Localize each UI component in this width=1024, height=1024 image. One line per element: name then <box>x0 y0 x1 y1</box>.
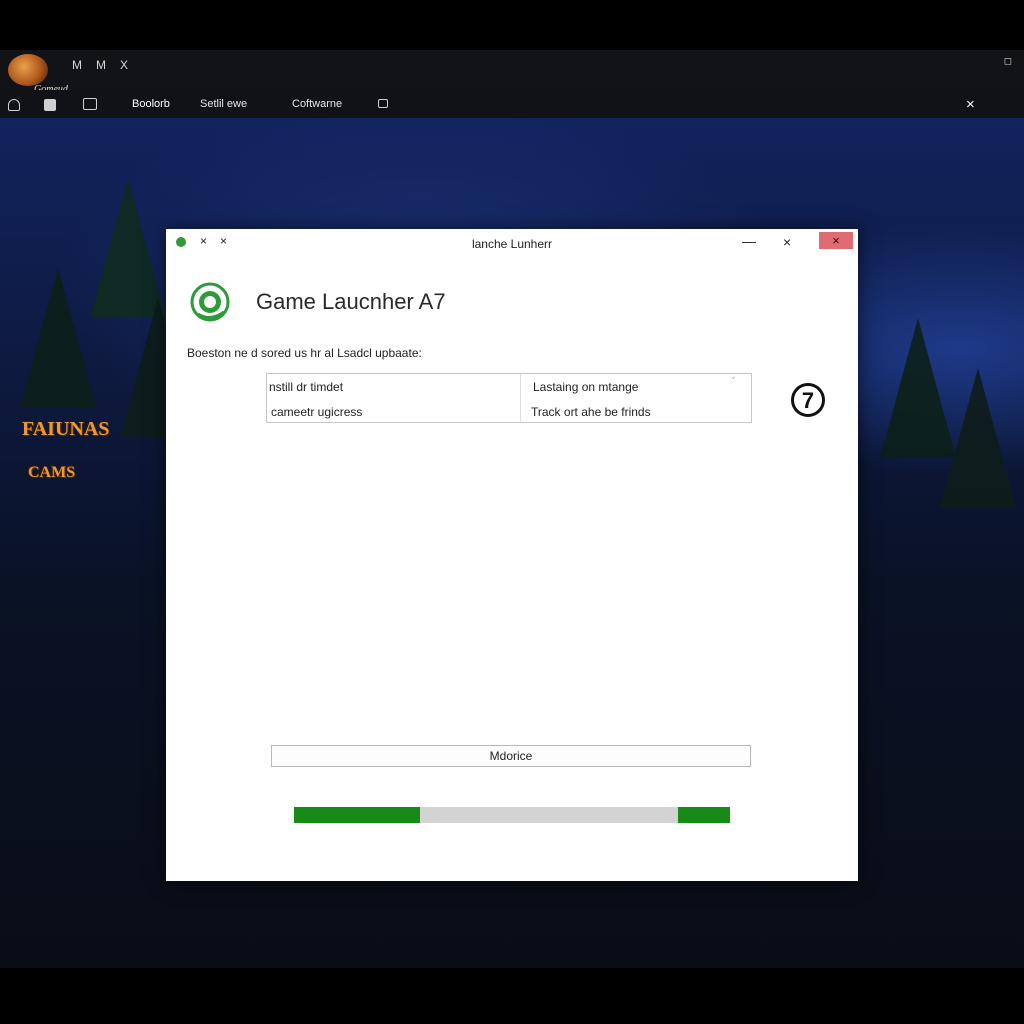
launcher-logo-icon <box>190 282 230 322</box>
file-icon[interactable] <box>44 99 56 111</box>
help-badge-icon[interactable]: 7 <box>791 383 825 417</box>
close-button[interactable]: × <box>819 232 853 249</box>
tree-decoration <box>90 178 166 318</box>
maximize-button[interactable]: × <box>783 234 791 250</box>
module-button[interactable]: Mdorice <box>271 745 751 767</box>
tab-row: Boolorb Setlil ewe Coftwarne × <box>0 90 1024 118</box>
options-divider <box>520 374 521 422</box>
option-install[interactable]: nstill dr timdet <box>269 380 343 394</box>
option-language[interactable]: Lastaing on mtange <box>533 380 638 394</box>
title-bar: Gomeud M M X ◻ <box>0 50 1024 95</box>
tree-decoration <box>20 268 96 408</box>
menu-x-button[interactable]: X <box>120 58 128 72</box>
progress-bar <box>294 807 730 823</box>
minimize-button[interactable]: — <box>742 233 756 249</box>
tab-coftwarne[interactable]: Coftwarne <box>292 98 342 110</box>
app-logo-icon[interactable] <box>8 54 48 86</box>
tab-setlil-ewe[interactable]: Setlil ewe <box>200 98 247 110</box>
tree-decoration <box>940 368 1016 508</box>
close-icon[interactable]: × <box>966 96 975 113</box>
grid-icon[interactable] <box>378 99 388 108</box>
update-subtitle: Boeston ne d sored us hr al Lsadcl upbaa… <box>187 346 422 360</box>
progress-fill <box>294 807 420 823</box>
image-icon[interactable] <box>83 98 97 110</box>
top-right-icon[interactable]: ◻ <box>1004 56 1012 67</box>
dialog-title-bar: × × lanche Lunherr — × × <box>166 229 858 255</box>
progress-tail <box>678 807 730 823</box>
menu-m-button[interactable]: M <box>72 58 82 72</box>
app-name-heading: Game Laucnher A7 <box>256 289 446 314</box>
menu-m2-button[interactable]: M <box>96 58 106 72</box>
option-friends[interactable]: Track ort ahe be frinds <box>531 405 651 419</box>
user-icon[interactable] <box>8 99 20 111</box>
chevron-down-icon[interactable]: ˇ <box>732 376 735 386</box>
launcher-dialog: × × lanche Lunherr — × × Game Laucnher A… <box>166 229 858 881</box>
options-dropdown[interactable]: nstill dr timdet cameetr ugicress Lastai… <box>266 373 752 423</box>
game-logo-faiunas[interactable]: FAIUNAS <box>22 418 109 441</box>
option-progress[interactable]: cameetr ugicress <box>271 405 362 419</box>
game-logo-cams[interactable]: CAMS <box>28 464 75 482</box>
tab-boolorb[interactable]: Boolorb <box>132 98 170 110</box>
